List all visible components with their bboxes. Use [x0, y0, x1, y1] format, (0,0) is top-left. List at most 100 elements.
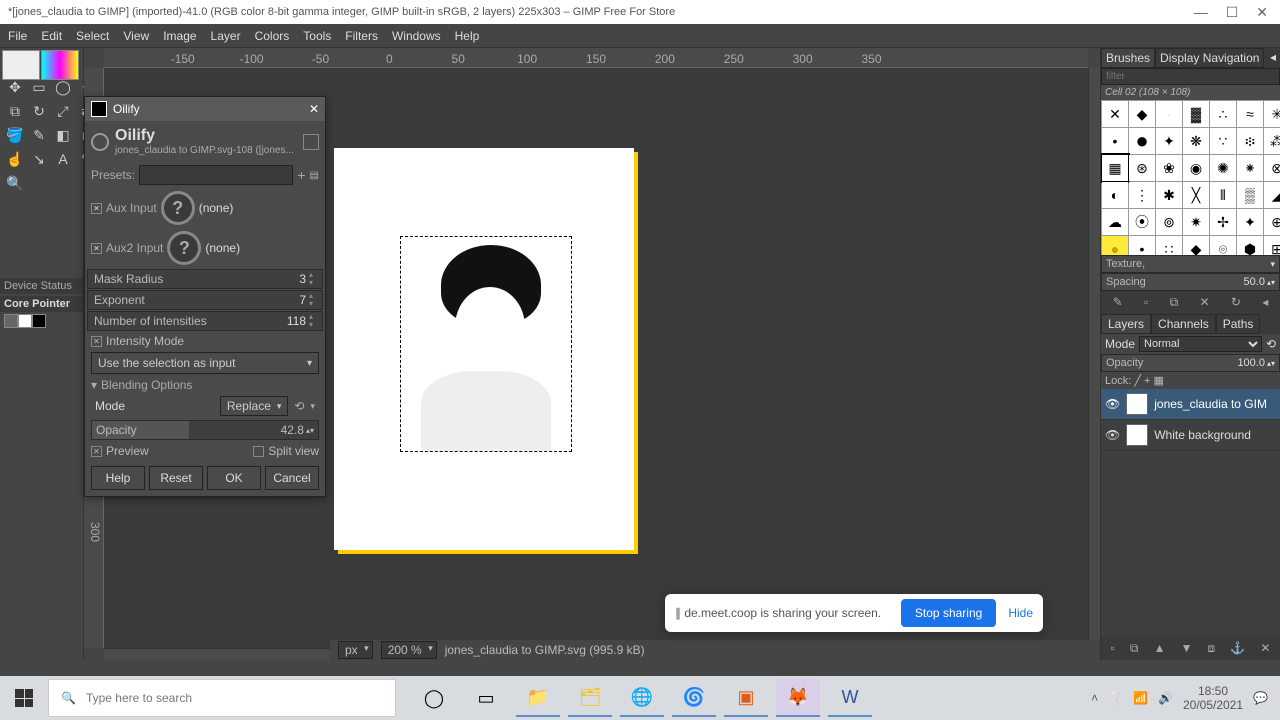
- brush-cell[interactable]: ≈: [1237, 101, 1263, 127]
- group-layer-icon[interactable]: ⧉: [1130, 641, 1139, 656]
- menu-layer[interactable]: Layer: [211, 29, 241, 43]
- brush-cell[interactable]: ·: [1156, 101, 1182, 127]
- brush-cell[interactable]: ☁: [1102, 209, 1128, 235]
- preview-checkbox[interactable]: ✕: [91, 446, 102, 457]
- tab-display-navigation[interactable]: Display Navigation: [1155, 48, 1264, 68]
- brush-filter-input[interactable]: [1101, 68, 1280, 85]
- mask-radius-input[interactable]: Mask Radius 3 ▴▾: [87, 269, 323, 289]
- brush-cell[interactable]: ❋: [1183, 128, 1209, 154]
- menu-help[interactable]: Help: [455, 29, 480, 43]
- texture-select[interactable]: Texture, ▾: [1101, 255, 1280, 273]
- anchor-layer-icon[interactable]: ⚓: [1230, 641, 1245, 656]
- layer-jones-claudia[interactable]: 👁 jones_claudia to GIM: [1101, 389, 1280, 420]
- brush-cell[interactable]: ∴: [1210, 101, 1236, 127]
- brush-cell[interactable]: •: [1129, 236, 1155, 255]
- brush-cell[interactable]: ✕: [1102, 101, 1128, 127]
- mode-reset-icon[interactable]: ⟲: [1266, 337, 1276, 351]
- brush-cell[interactable]: ◉: [1183, 155, 1209, 181]
- tray-volume-icon[interactable]: 🔊: [1158, 691, 1173, 705]
- tray-help-icon[interactable]: ❔: [1108, 691, 1123, 705]
- lasso-tool-icon[interactable]: ◯: [52, 76, 74, 98]
- maximize-button[interactable]: ☐: [1226, 4, 1239, 21]
- aux-checkbox[interactable]: ✕: [91, 203, 102, 214]
- brush-cell[interactable]: ◆: [1129, 101, 1155, 127]
- presets-select[interactable]: [139, 165, 293, 185]
- taskbar-ppt-icon[interactable]: ▣: [724, 679, 768, 717]
- preset-menu-icon[interactable]: ▤: [310, 170, 319, 181]
- bucket-fill-icon[interactable]: 🪣: [4, 124, 26, 146]
- menu-colors[interactable]: Colors: [255, 29, 290, 43]
- brush-cell[interactable]: ◢: [1264, 182, 1280, 208]
- crop-tool-icon[interactable]: ⧉: [4, 100, 26, 122]
- brush-cell[interactable]: ⊛: [1129, 155, 1155, 181]
- taskbar-chrome-icon[interactable]: 🌐: [620, 679, 664, 717]
- brush-cell[interactable]: ✷: [1183, 209, 1209, 235]
- dialog-titlebar[interactable]: Oilify ✕: [85, 97, 325, 121]
- zoom-select[interactable]: 200 %: [381, 641, 437, 659]
- pointer-swatch-1[interactable]: [4, 314, 18, 328]
- opacity-slider[interactable]: Opacity 42.8 ▴▾: [91, 420, 319, 440]
- menu-edit[interactable]: Edit: [41, 29, 62, 43]
- layer-lock[interactable]: Lock: ╱ + ▦: [1101, 372, 1280, 389]
- brush-cell[interactable]: ●: [1102, 236, 1128, 255]
- task-cortana-icon[interactable]: ▭: [464, 679, 508, 717]
- brush-cell[interactable]: ⊕: [1264, 209, 1280, 235]
- brush-cell[interactable]: ◐: [1102, 182, 1128, 208]
- brush-menu-icon[interactable]: ◂: [1262, 295, 1268, 310]
- tray-up-icon[interactable]: ˄: [1091, 691, 1098, 705]
- brush-cell[interactable]: ✦: [1156, 128, 1182, 154]
- aux2-input-picker[interactable]: ?: [167, 231, 201, 265]
- brush-refresh-icon[interactable]: ↻: [1231, 295, 1241, 310]
- cancel-button[interactable]: Cancel: [265, 466, 319, 490]
- brush-cell[interactable]: ✢: [1210, 209, 1236, 235]
- tray-notifications-icon[interactable]: 💬: [1253, 691, 1268, 705]
- pencil-tool-icon[interactable]: ✎: [28, 124, 50, 146]
- brush-cell[interactable]: ▒: [1237, 182, 1263, 208]
- brush-cell[interactable]: ⦿: [1129, 209, 1155, 235]
- up-layer-icon[interactable]: ▲: [1154, 641, 1166, 656]
- taskbar-explorer-icon[interactable]: 🗂: [568, 679, 612, 717]
- brush-new-icon[interactable]: ▫: [1144, 295, 1148, 310]
- new-layer-icon[interactable]: ▫: [1111, 641, 1115, 656]
- tray-wifi-icon[interactable]: 📶: [1133, 691, 1148, 705]
- menu-image[interactable]: Image: [163, 29, 196, 43]
- brush-cell[interactable]: ▓: [1183, 101, 1209, 127]
- brush-cell[interactable]: ⁕: [1237, 155, 1263, 181]
- tab-paths[interactable]: Paths: [1216, 314, 1261, 334]
- unit-select[interactable]: px: [338, 641, 373, 659]
- brush-cell[interactable]: ⫴: [1210, 182, 1236, 208]
- brush-cell[interactable]: •: [1102, 128, 1128, 154]
- task-view-icon[interactable]: ◯: [412, 679, 456, 717]
- blend-mode-select[interactable]: Replace▾: [220, 396, 289, 416]
- brush-dup-icon[interactable]: ⧉: [1170, 295, 1179, 310]
- brush-cell[interactable]: ⌾: [1210, 236, 1236, 255]
- menu-select[interactable]: Select: [76, 29, 109, 43]
- layer-white-background[interactable]: 👁 White background: [1101, 420, 1280, 451]
- chain-icon[interactable]: [303, 134, 319, 150]
- intensity-mode-checkbox[interactable]: ✕: [91, 336, 102, 347]
- tab-channels[interactable]: Channels: [1151, 314, 1216, 334]
- menu-view[interactable]: View: [123, 29, 149, 43]
- brush-cell[interactable]: ⊞: [1264, 236, 1280, 255]
- ok-button[interactable]: OK: [207, 466, 261, 490]
- brush-cell[interactable]: ✳: [1264, 101, 1280, 127]
- taskbar-word-icon[interactable]: W: [828, 679, 872, 717]
- visibility-icon[interactable]: 👁: [1105, 428, 1120, 442]
- down-layer-icon[interactable]: ▼: [1181, 641, 1193, 656]
- visibility-icon[interactable]: 👁: [1105, 397, 1120, 411]
- start-button[interactable]: [2, 678, 46, 718]
- search-box[interactable]: 🔍 Type here to search: [48, 679, 396, 717]
- stop-sharing-button[interactable]: Stop sharing: [901, 599, 996, 627]
- intensities-input[interactable]: Number of intensities 118 ▴▾: [87, 311, 323, 331]
- dialog-close-icon[interactable]: ✕: [309, 102, 319, 116]
- path-tool-icon[interactable]: ↘: [28, 148, 50, 170]
- zoom-tool-icon[interactable]: 🔍: [4, 172, 26, 194]
- eraser-tool-icon[interactable]: ◧: [52, 124, 74, 146]
- dup-layer-icon[interactable]: ⧈: [1208, 641, 1216, 656]
- brush-cell[interactable]: ✦: [1237, 209, 1263, 235]
- brush-cell[interactable]: ✺: [1210, 155, 1236, 181]
- tab-brushes[interactable]: Brushes: [1101, 48, 1155, 68]
- rect-select-icon[interactable]: ▭: [28, 76, 50, 98]
- exponent-input[interactable]: Exponent 7 ▴▾: [87, 290, 323, 310]
- brush-cell[interactable]: ❀: [1156, 155, 1182, 181]
